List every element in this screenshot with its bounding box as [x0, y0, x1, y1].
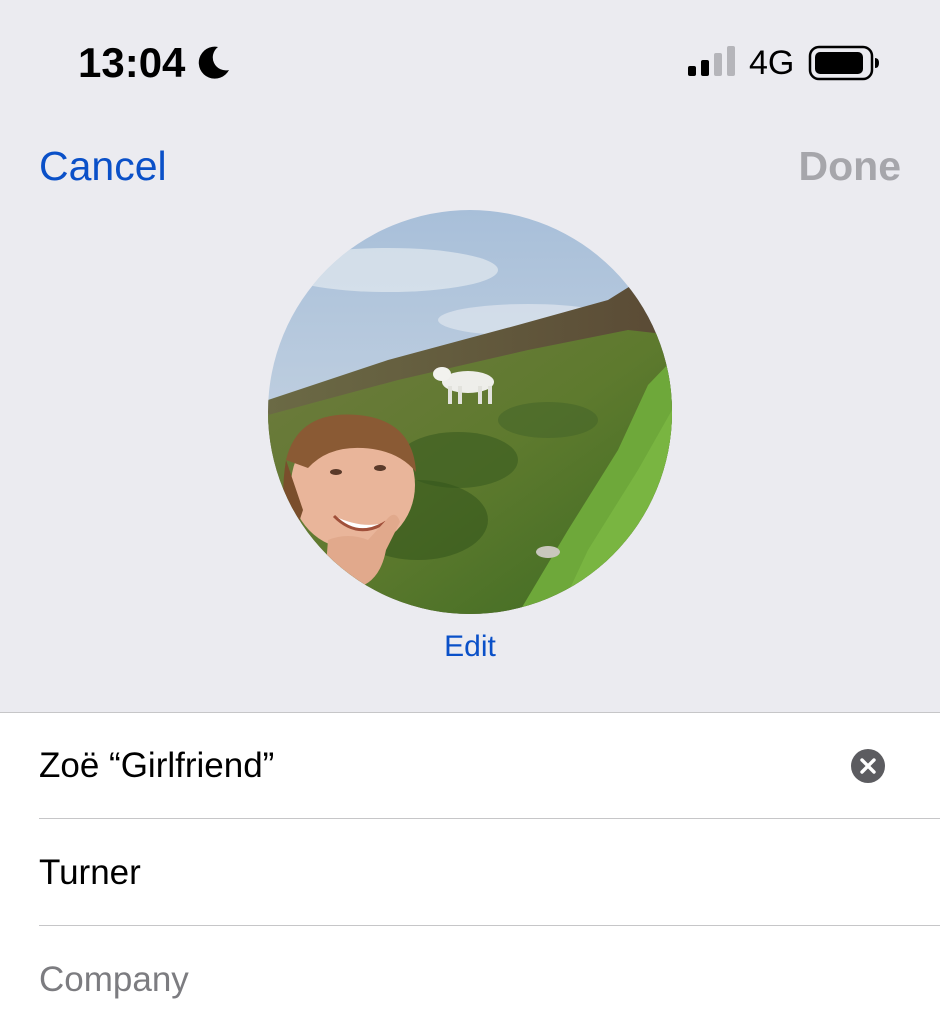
status-time: 13:04 — [78, 39, 186, 86]
moon-icon — [198, 46, 229, 79]
contact-photo[interactable] — [268, 210, 672, 614]
edit-photo-button[interactable]: Edit — [444, 630, 496, 663]
cancel-button[interactable]: Cancel — [39, 140, 167, 192]
edit-contact-screen: 13:04 4G Cancel Done Edit Zoë “Girlfrien… — [0, 0, 940, 1024]
cellular-signal-icon — [688, 46, 735, 76]
company-field[interactable]: Company — [39, 927, 940, 1024]
last-name-value[interactable]: Turner — [39, 851, 141, 895]
status-bar: 13:04 4G — [0, 0, 940, 120]
contact-photo-image — [268, 210, 672, 614]
clear-text-button[interactable] — [851, 749, 885, 783]
done-button[interactable]: Done — [799, 140, 902, 192]
field-divider — [39, 925, 940, 926]
first-name-field[interactable]: Zoë “Girlfriend” — [39, 713, 940, 819]
edit-photo-row: Edit — [0, 626, 940, 668]
field-divider — [39, 818, 940, 819]
first-name-value[interactable]: Zoë “Girlfriend” — [39, 744, 274, 788]
clear-circle-icon — [860, 758, 876, 774]
battery-icon — [808, 45, 879, 81]
network-type: 4G — [749, 44, 795, 82]
last-name-field[interactable]: Turner — [39, 820, 940, 926]
company-placeholder[interactable]: Company — [39, 958, 189, 1002]
contact-form: Zoë “Girlfriend” Turner Company — [0, 712, 940, 1024]
